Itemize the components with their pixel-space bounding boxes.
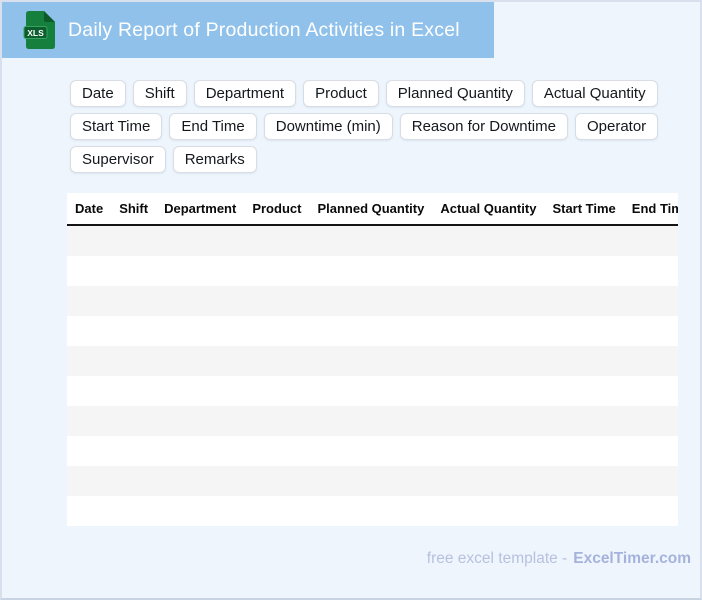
chip-planned-quantity[interactable]: Planned Quantity [385,80,525,107]
chip-row: Supervisor Remarks [70,146,658,173]
column-header-end-time: End Time [623,193,678,226]
chip-operator[interactable]: Operator [574,113,659,140]
table-row-cell [67,436,678,466]
table-row-cell [67,466,678,496]
title-banner: XLS Daily Report of Production Activitie… [2,2,494,58]
table-row-cell [67,256,678,286]
chip-reason-for-downtime[interactable]: Reason for Downtime [399,113,568,140]
table-row-cell [67,316,678,346]
chip-actual-quantity[interactable]: Actual Quantity [531,80,658,107]
table-row [67,466,678,496]
chip-date[interactable]: Date [70,80,126,107]
table-row [67,376,678,406]
table-row-cell [67,286,678,316]
chip-shift[interactable]: Shift [132,80,187,107]
table-header: Date Shift Department Product Planned Quanti… [67,193,678,226]
table-row-cell [67,346,678,376]
table-row-cell [67,225,678,256]
column-header-start-time: Start Time [544,193,624,226]
chip-supervisor[interactable]: Supervisor [70,146,166,173]
footer-brand-link[interactable]: ExcelTimer.com [573,550,691,567]
xls-file-icon: XLS [23,11,55,49]
table-row [67,346,678,376]
table-row [67,496,678,526]
table-row-cell [67,376,678,406]
table-row-cell [67,406,678,436]
column-header-date: Date [67,193,112,226]
table-row-cell [67,496,678,526]
chip-row: Date Shift Department Product Planned Quanti… [70,80,658,107]
table-row [67,256,678,286]
footer-text: free excel template - [426,550,568,567]
page: XLS Daily Report of Production Activitie… [0,0,702,600]
page-title: Daily Report of Production Activities in… [68,18,460,41]
column-chips: Date Shift Department Product Planned Quanti… [70,80,659,173]
table-row [67,316,678,346]
report-table-container: Date Shift Department Product Planned Quanti… [67,193,678,526]
table-row [67,286,678,316]
table-row [67,225,678,256]
column-header-department: Department [156,193,245,226]
column-header-actual-quantity: Actual Quantity [432,193,545,226]
footer: free excel template - ExcelTimer.com [427,550,691,568]
table-header-row: Date Shift Department Product Planned Quanti… [67,193,678,226]
chip-row: Start Time End Time Downtime (min) Reason f… [70,113,659,140]
table-row [67,436,678,466]
chip-remarks[interactable]: Remarks [172,146,257,173]
chip-start-time[interactable]: Start Time [70,113,163,140]
table-row [67,406,678,436]
column-header-shift: Shift [111,193,157,226]
chip-department[interactable]: Department [193,80,297,107]
chip-downtime-min[interactable]: Downtime (min) [263,113,393,140]
column-header-planned-quantity: Planned Quantity [309,193,433,226]
chip-product[interactable]: Product [303,80,379,107]
xls-icon-label: XLS [27,28,44,38]
chip-end-time[interactable]: End Time [169,113,257,140]
table-body [67,225,678,526]
column-header-product: Product [244,193,310,226]
report-table: Date Shift Department Product Planned Quanti… [67,193,678,526]
